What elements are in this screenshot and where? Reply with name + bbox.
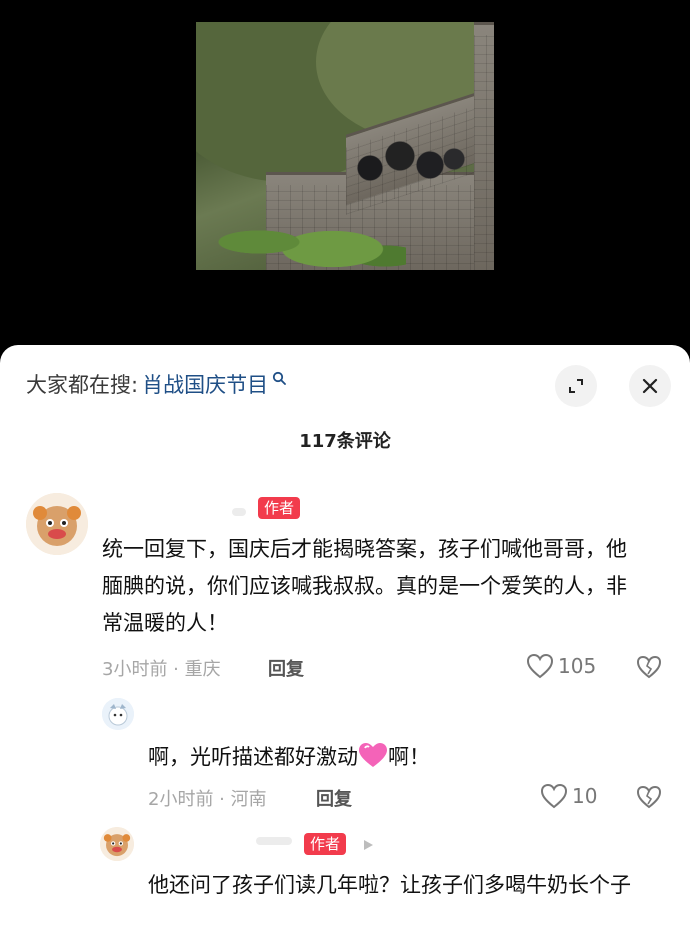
comment-text: 啊，光听描述都好激动 啊！	[148, 739, 648, 776]
post-media-area	[0, 0, 690, 345]
avatar[interactable]	[102, 698, 134, 730]
cartoon-avatar-icon	[100, 827, 134, 861]
comment-location: 河南	[230, 789, 267, 810]
dislike-button[interactable]	[636, 785, 662, 813]
reply-button[interactable]: 回复	[316, 785, 352, 811]
close-icon	[642, 378, 658, 394]
comment-time: 3小时前	[102, 659, 168, 680]
like-count: 105	[558, 654, 597, 678]
comment-meta: 3小时前 · 重庆	[102, 659, 221, 680]
author-badge: 作者	[304, 833, 347, 855]
broken-heart-icon	[636, 785, 662, 809]
photo-trees	[196, 200, 406, 270]
comment-text-start: 啊，光听描述都好激动	[148, 745, 358, 769]
search-prefix: 大家都在搜:	[26, 373, 139, 397]
comment-text-end: 啊！	[388, 745, 430, 769]
close-button[interactable]	[629, 365, 671, 407]
author-badge: 作者	[258, 497, 301, 519]
great-wall-photo[interactable]	[196, 22, 494, 270]
comment-text: 统一回复下，国庆后才能揭晓答案，孩子们喊他哥哥，他腼腆的说，你们应该喊我叔叔。真…	[102, 537, 627, 635]
search-term-link[interactable]: 肖战国庆节目	[142, 369, 268, 399]
heart-icon	[540, 783, 568, 809]
avatar[interactable]	[26, 493, 88, 555]
reply-button[interactable]: 回复	[268, 655, 304, 681]
photo-crowd	[346, 132, 466, 192]
like-count: 10	[572, 784, 598, 808]
avatar[interactable]	[100, 827, 134, 861]
username-placeholder[interactable]	[256, 837, 292, 845]
comment-text: 他还问了孩子们读几年啦？让孩子们多喝牛奶长个子	[148, 873, 631, 897]
expand-icon	[569, 379, 583, 393]
search-suggestion[interactable]: 大家都在搜: 肖战国庆节目	[26, 369, 286, 399]
cartoon-avatar-icon	[26, 493, 88, 555]
comment-count: 117条评论	[299, 431, 391, 452]
comment-time: 2小时前	[148, 789, 214, 810]
expand-button[interactable]	[555, 365, 597, 407]
dislike-button[interactable]	[636, 655, 662, 683]
username-placeholder[interactable]	[232, 508, 246, 516]
photo-tower	[474, 22, 494, 270]
cartoon-avatar-icon	[102, 698, 134, 730]
comment-location: 重庆	[184, 659, 221, 680]
broken-heart-icon	[636, 655, 662, 679]
pink-heart-emoji-icon	[359, 743, 387, 767]
comment-meta: 2小时前 · 河南	[148, 789, 267, 810]
like-button[interactable]: 10	[540, 783, 597, 809]
reply-arrow-icon	[364, 840, 373, 850]
like-button[interactable]: 105	[526, 653, 596, 679]
comments-sheet: 大家都在搜: 肖战国庆节目 117条评论 作者 统一回复下，国庆后才能揭晓答案，…	[0, 345, 690, 948]
heart-icon	[526, 653, 554, 679]
search-icon	[272, 371, 286, 385]
